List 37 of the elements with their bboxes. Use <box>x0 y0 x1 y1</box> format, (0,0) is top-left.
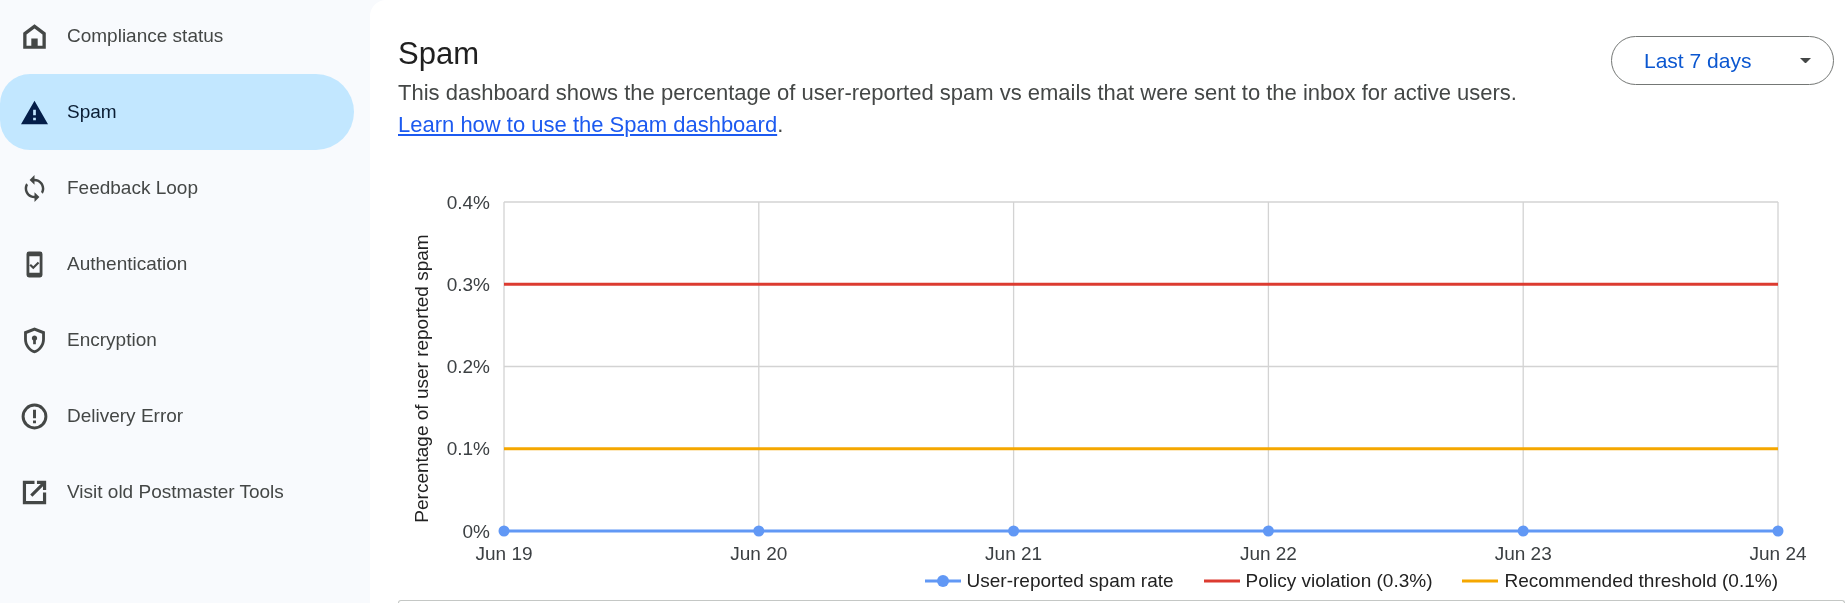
x-tick-label: Jun 24 <box>1749 542 1807 564</box>
y-axis-title: Percentage of user reported spam <box>410 234 432 523</box>
data-point <box>1262 525 1274 537</box>
sidebar-item[interactable]: Delivery Error <box>0 378 354 454</box>
x-tick-label: Jun 19 <box>475 542 533 564</box>
data-point <box>498 525 510 537</box>
shield-keyhole-icon <box>21 326 48 354</box>
sidebar-item[interactable]: Authentication <box>0 226 354 302</box>
x-tick-label: Jun 23 <box>1494 542 1552 564</box>
warning-icon <box>21 98 48 126</box>
data-point <box>1772 525 1784 537</box>
data-point <box>1517 525 1529 537</box>
y-tick-label: 0.1% <box>446 438 490 460</box>
y-tick-label: 0.2% <box>446 356 490 377</box>
legend-label: User-reported spam rate <box>966 570 1174 592</box>
learn-link[interactable]: Learn how to use the Spam dashboard <box>398 112 778 137</box>
sidebar-item[interactable]: Encryption <box>0 302 354 378</box>
x-tick-label: Jun 20 <box>730 542 788 564</box>
sidebar-item[interactable]: Compliance status <box>0 0 354 74</box>
y-tick-label: 0% <box>462 520 490 542</box>
legend-label: Recommended threshold (0.1%) <box>1504 570 1778 592</box>
data-point <box>1008 525 1020 537</box>
data-point <box>753 525 765 537</box>
caret-icon <box>1800 57 1811 64</box>
page-title: Spam <box>398 36 480 72</box>
home-icon <box>21 22 48 50</box>
y-tick-label: 0.3% <box>446 273 490 295</box>
external-link-icon <box>21 478 48 506</box>
sidebar-item[interactable]: Spam <box>0 74 354 150</box>
x-tick-label: Jun 21 <box>985 542 1043 564</box>
sidebar-item[interactable]: Feedback Loop <box>0 150 354 226</box>
legend-label: Policy violation (0.3%) <box>1245 570 1433 592</box>
sidebar-item[interactable]: Visit old Postmaster Tools <box>0 454 354 530</box>
y-tick-label: 0.4% <box>446 191 490 213</box>
description-text: This dashboard shows the percentage of user-reported spam vs emails that were sent to the inbox for active users. Learn how to use the Spam dashboard. <box>398 79 1518 139</box>
x-tick-label: Jun 22 <box>1239 542 1297 564</box>
date-range-dropdown[interactable]: Last 7 days <box>1611 36 1834 85</box>
